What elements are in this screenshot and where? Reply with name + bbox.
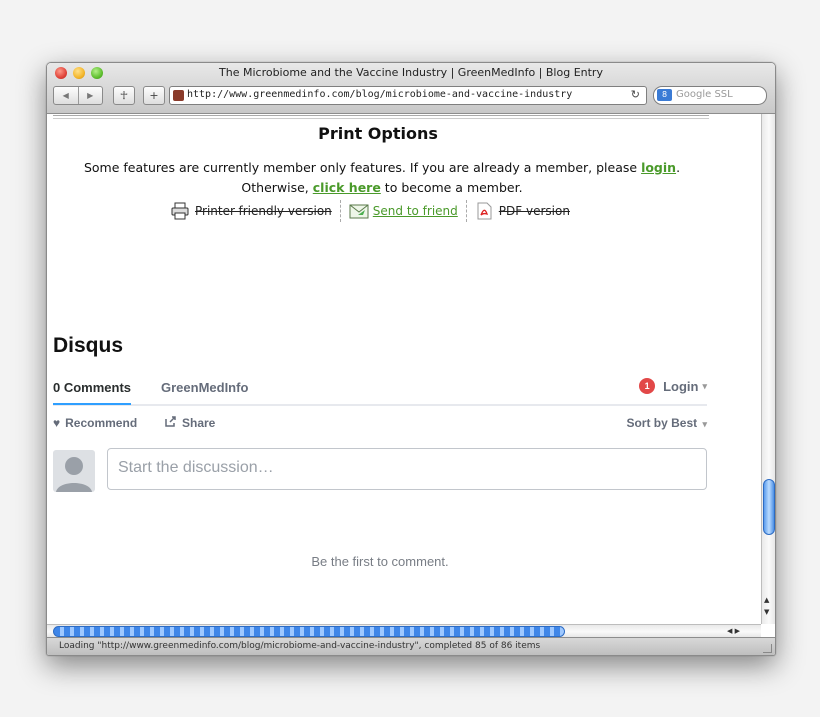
vertical-scrollbar[interactable]: ▲ ▼ xyxy=(761,114,775,624)
scroll-left-right-icon[interactable]: ◀ ▶ xyxy=(727,627,740,635)
tab-comments[interactable]: 0 Comments xyxy=(53,380,132,405)
tab-community[interactable]: GreenMedInfo xyxy=(161,380,248,395)
page-content: Print Options Some features are currentl… xyxy=(47,114,761,637)
printer-icon xyxy=(171,202,189,220)
divider xyxy=(53,115,709,119)
comment-placeholder: Start the discussion… xyxy=(118,459,274,476)
notice-line1-prefix: Some features are currently member only … xyxy=(83,160,642,175)
print-options-title: Print Options xyxy=(318,124,438,143)
recommend-label: Recommend xyxy=(65,416,138,430)
notice-line2-prefix: Otherwise, xyxy=(241,180,313,195)
back-button[interactable]: ◀ xyxy=(54,87,78,104)
sort-dropdown[interactable]: Sort by Best ▾ xyxy=(626,416,707,430)
scroll-down-icon[interactable]: ▼ xyxy=(764,608,769,616)
horizontal-scroll-thumb[interactable] xyxy=(53,626,565,637)
window-title: The Microbiome and the Vaccine Industry … xyxy=(219,66,603,79)
notice-line1-suffix: . xyxy=(676,160,681,175)
reload-icon[interactable]: ↻ xyxy=(631,88,640,101)
browser-chrome: The Microbiome and the Vaccine Industry … xyxy=(47,63,775,114)
disqus-actions: ♥ Recommend Share Sort by Best ▾ xyxy=(53,416,707,434)
sort-label: Sort by Best xyxy=(626,416,698,430)
pdf-version-item[interactable]: PDF version xyxy=(465,200,578,222)
pdf-icon xyxy=(475,202,493,220)
recommend-button[interactable]: ♥ Recommend xyxy=(53,416,137,430)
envelope-icon xyxy=(349,202,369,220)
horizontal-scrollbar[interactable] xyxy=(47,624,761,638)
pdf-version-link[interactable]: PDF version xyxy=(499,204,570,218)
login-label[interactable]: Login xyxy=(663,379,698,394)
vertical-scroll-thumb[interactable] xyxy=(763,479,775,535)
google-search-icon[interactable]: 8 xyxy=(657,89,672,101)
resize-grip-icon[interactable] xyxy=(763,644,772,653)
address-bar[interactable]: http://www.greenmedinfo.com/blog/microbi… xyxy=(169,86,647,105)
chevron-down-icon: ▾ xyxy=(702,380,707,391)
avatar xyxy=(53,450,95,492)
scroll-up-icon[interactable]: ▲ xyxy=(764,596,769,604)
search-field[interactable]: 8 Google SSL xyxy=(653,86,767,105)
heart-icon: ♥ xyxy=(53,416,61,430)
printer-friendly-item[interactable]: Printer-friendly version xyxy=(163,200,340,222)
print-links: Printer-friendly version Send to friend xyxy=(163,198,578,224)
nav-buttons: ◀ ▶ xyxy=(53,86,103,105)
send-to-friend-item[interactable]: Send to friend xyxy=(339,200,466,222)
comment-input[interactable]: Start the discussion… xyxy=(107,448,707,490)
disqus-heading: Disqus xyxy=(53,334,124,357)
url-text: http://www.greenmedinfo.com/blog/microbi… xyxy=(187,89,573,100)
status-bar: Loading "http://www.greenmedinfo.com/blo… xyxy=(47,637,775,655)
chevron-down-icon: ▾ xyxy=(702,419,707,429)
share-button[interactable]: Share xyxy=(165,416,215,430)
ankh-extension-button[interactable]: ☥ xyxy=(113,86,135,105)
login-menu[interactable]: 1 Login ▾ xyxy=(639,378,707,394)
notification-badge[interactable]: 1 xyxy=(639,378,656,394)
send-to-friend-link[interactable]: Send to friend xyxy=(373,204,458,218)
search-placeholder: Google SSL xyxy=(676,89,733,100)
share-label: Share xyxy=(182,416,216,430)
forward-button[interactable]: ▶ xyxy=(77,87,103,104)
share-icon xyxy=(165,416,177,430)
printer-friendly-link[interactable]: Printer-friendly version xyxy=(195,204,332,218)
add-bookmark-button[interactable]: + xyxy=(143,86,165,105)
browser-window: The Microbiome and the Vaccine Industry … xyxy=(46,62,776,656)
login-link[interactable]: login xyxy=(641,160,676,175)
empty-comments-message: Be the first to comment. xyxy=(311,554,449,569)
click-here-link[interactable]: click here xyxy=(313,180,381,195)
disqus-tabs: 0 Comments GreenMedInfo 1 Login ▾ xyxy=(53,376,707,406)
member-notice: Some features are currently member only … xyxy=(47,158,717,198)
status-text: Loading "http://www.greenmedinfo.com/blo… xyxy=(59,641,541,651)
notice-line2-suffix: to become a member. xyxy=(380,180,523,195)
site-favicon-icon xyxy=(173,90,184,101)
